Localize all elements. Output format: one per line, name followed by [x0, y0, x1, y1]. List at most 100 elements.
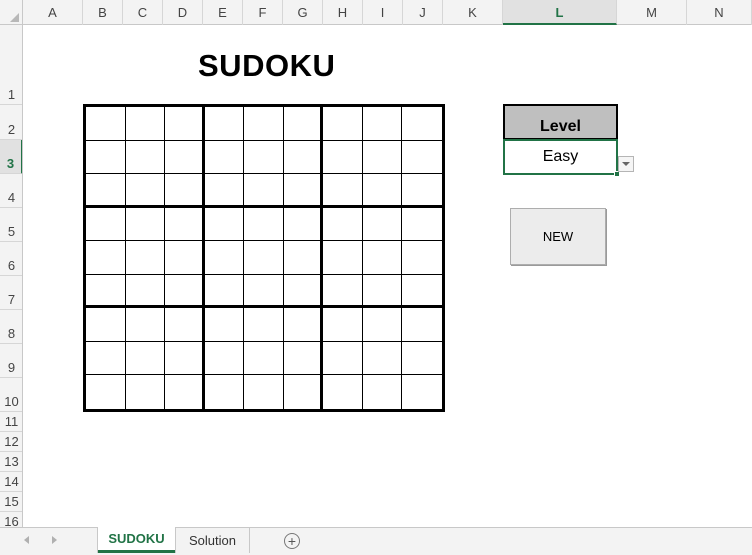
sudoku-cell[interactable] [244, 341, 284, 376]
sudoku-cell[interactable] [125, 241, 166, 275]
row-header-11[interactable]: 11 [0, 412, 22, 432]
column-header-l[interactable]: L [503, 0, 617, 25]
sudoku-cell[interactable] [125, 140, 166, 175]
sudoku-cell[interactable] [323, 241, 363, 275]
sudoku-cell[interactable] [323, 274, 363, 309]
sheet-tab-solution[interactable]: Solution [176, 527, 250, 553]
row-header-14[interactable]: 14 [0, 472, 22, 492]
sudoku-cell[interactable] [283, 308, 324, 342]
sudoku-cell[interactable] [323, 308, 363, 342]
scroll-tabs-left-icon[interactable] [24, 536, 29, 544]
sudoku-cell[interactable] [125, 308, 166, 342]
level-header-cell[interactable]: Level [503, 104, 618, 140]
sudoku-cell[interactable] [165, 308, 205, 342]
sudoku-cell[interactable] [86, 308, 126, 342]
sudoku-cell[interactable] [283, 341, 324, 376]
sudoku-cell[interactable] [283, 107, 324, 141]
sudoku-cell[interactable] [284, 375, 324, 409]
sudoku-cell[interactable] [204, 341, 245, 376]
sudoku-cell[interactable] [323, 140, 363, 175]
sudoku-cell[interactable] [86, 174, 126, 208]
sudoku-cell[interactable] [362, 241, 403, 275]
sudoku-cell[interactable] [244, 107, 284, 141]
level-dropdown-button[interactable] [618, 156, 634, 172]
column-header-d[interactable]: D [163, 0, 203, 25]
sudoku-cell[interactable] [165, 241, 205, 275]
row-header-16[interactable]: 16 [0, 512, 22, 527]
sudoku-cell[interactable] [86, 140, 126, 175]
row-header-3[interactable]: 3 [0, 140, 22, 174]
sudoku-cell[interactable] [402, 308, 442, 342]
sudoku-cell[interactable] [402, 107, 442, 141]
sudoku-cell[interactable] [86, 375, 126, 409]
sudoku-cell[interactable] [283, 174, 324, 208]
column-header-j[interactable]: J [403, 0, 443, 25]
sudoku-cell[interactable] [362, 308, 403, 342]
row-header-1[interactable]: 1 [0, 25, 22, 105]
sudoku-cell[interactable] [205, 375, 245, 409]
row-header-9[interactable]: 9 [0, 344, 22, 378]
column-header-b[interactable]: B [83, 0, 123, 25]
sudoku-cell[interactable] [283, 241, 324, 275]
sheet-tab-sudoku[interactable]: SUDOKU [98, 527, 175, 553]
sudoku-cell[interactable] [125, 107, 166, 141]
sudoku-cell[interactable] [165, 375, 205, 409]
sudoku-cell[interactable] [204, 207, 245, 242]
sudoku-cell[interactable] [86, 107, 126, 141]
column-header-a[interactable]: A [23, 0, 83, 25]
sudoku-cell[interactable] [402, 174, 442, 208]
sudoku-cell[interactable] [362, 341, 403, 376]
sudoku-cell[interactable] [244, 274, 284, 309]
sudoku-cell[interactable] [204, 274, 245, 309]
sudoku-cell[interactable] [362, 140, 403, 175]
sudoku-cell[interactable] [402, 241, 442, 275]
sudoku-cell[interactable] [283, 207, 324, 242]
row-header-13[interactable]: 13 [0, 452, 22, 472]
sudoku-cell[interactable] [362, 107, 403, 141]
sudoku-cell[interactable] [283, 274, 324, 309]
sudoku-cell[interactable] [323, 107, 363, 141]
sudoku-cell[interactable] [165, 174, 205, 208]
sudoku-cell[interactable] [362, 174, 403, 208]
column-header-i[interactable]: I [363, 0, 403, 25]
sudoku-cell[interactable] [86, 207, 126, 242]
sudoku-cell[interactable] [323, 341, 363, 376]
sudoku-cell[interactable] [323, 375, 363, 409]
sudoku-cell[interactable] [323, 174, 363, 208]
sudoku-cell[interactable] [165, 207, 205, 242]
sudoku-cell[interactable] [244, 174, 284, 208]
scroll-tabs-right-icon[interactable] [52, 536, 57, 544]
sudoku-cell[interactable] [165, 140, 205, 175]
sudoku-cell[interactable] [125, 341, 166, 376]
sudoku-cell[interactable] [204, 308, 245, 342]
add-sheet-icon[interactable]: + [284, 533, 300, 549]
row-header-6[interactable]: 6 [0, 242, 22, 276]
column-header-k[interactable]: K [443, 0, 503, 25]
sudoku-cell[interactable] [126, 375, 166, 409]
sudoku-cell[interactable] [362, 207, 403, 242]
row-header-5[interactable]: 5 [0, 208, 22, 242]
sudoku-cell[interactable] [86, 241, 126, 275]
sudoku-cell[interactable] [363, 375, 403, 409]
sudoku-cell[interactable] [244, 207, 284, 242]
sudoku-cell[interactable] [86, 341, 126, 376]
column-header-g[interactable]: G [283, 0, 323, 25]
sudoku-cell[interactable] [204, 107, 245, 141]
sudoku-cell[interactable] [362, 274, 403, 309]
column-header-n[interactable]: N [687, 0, 752, 25]
sudoku-cell[interactable] [244, 308, 284, 342]
level-select-cell[interactable]: Easy [503, 139, 618, 175]
sudoku-cell[interactable] [323, 207, 363, 242]
sudoku-cell[interactable] [165, 341, 205, 376]
sudoku-cell[interactable] [283, 140, 324, 175]
sudoku-cell[interactable] [125, 274, 166, 309]
new-game-button[interactable]: NEW [510, 208, 606, 265]
column-header-m[interactable]: M [617, 0, 687, 25]
row-header-12[interactable]: 12 [0, 432, 22, 452]
sudoku-cell[interactable] [204, 174, 245, 208]
sudoku-cell[interactable] [402, 375, 442, 409]
sudoku-cell[interactable] [402, 141, 442, 175]
sudoku-cell[interactable] [125, 174, 166, 208]
row-header-8[interactable]: 8 [0, 310, 22, 344]
sudoku-cell[interactable] [402, 275, 442, 309]
